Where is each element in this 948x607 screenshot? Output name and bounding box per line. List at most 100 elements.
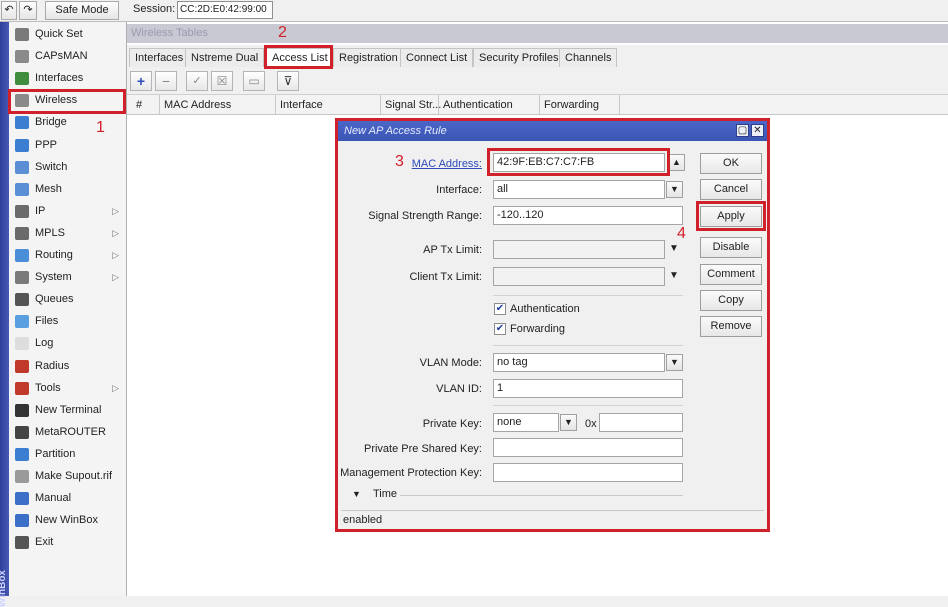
chevron-down-icon[interactable]: ▼ [666,181,683,198]
maximize-icon[interactable]: ▢ [736,124,749,137]
partition-icon [15,447,29,461]
copy-button[interactable]: Copy [700,290,762,311]
tab-connect-list[interactable]: Connect List [400,48,474,67]
undo-icon[interactable]: ↶ [1,1,17,20]
signal-strength-field[interactable]: -120..120 [493,206,683,225]
time-section-label[interactable]: Time [373,488,397,500]
sidebar-item-bridge[interactable]: Bridge [11,112,125,133]
highlight-mac [487,148,670,176]
chevron-up-icon[interactable]: ▲ [668,154,685,171]
sidebar-item-label: MPLS [35,226,65,239]
tab-channels[interactable]: Channels [559,48,618,67]
chevron-down-icon[interactable]: ▼ [666,354,683,371]
sidebar-item-metarouter[interactable]: MetaROUTER [11,422,125,443]
top-toolbar: ↶ ↷ Safe Mode Session: CC:2D:E0:42:99:00 [0,0,948,22]
column-header[interactable]: # [132,95,160,115]
sidebar-item-mesh[interactable]: Mesh [11,179,125,200]
submenu-arrow-icon: ▷ [112,250,119,260]
column-header[interactable]: Interface [276,95,381,115]
vlan-mode-select[interactable]: no tag [493,353,665,372]
sidebar-item-radius[interactable]: Radius [11,356,125,377]
sidebar-item-partition[interactable]: Partition [11,444,125,465]
sidebar-item-interfaces[interactable]: Interfaces [11,68,125,89]
sidebar-item-routing[interactable]: Routing ▷ [11,245,125,266]
private-key-select[interactable]: none [493,413,559,432]
sidebar-item-terminal[interactable]: New Terminal [11,400,125,421]
column-header[interactable]: Authentication [439,95,540,115]
private-key-hex-field[interactable] [599,413,683,432]
sidebar-item-switch[interactable]: Switch [11,157,125,178]
session-field[interactable]: CC:2D:E0:42:99:00 [177,1,273,19]
chevron-down-icon[interactable]: ▼ [669,270,679,281]
annotation-1: 1 [96,119,105,136]
disable-icon[interactable]: ☒ [211,71,233,91]
collapse-arrow-icon[interactable]: ▼ [352,489,361,499]
comment-button[interactable]: Comment [700,264,762,285]
authentication-checkbox[interactable]: ✔ [494,303,506,315]
enable-icon[interactable]: ✓ [186,71,208,91]
tab-registration[interactable]: Registration [333,48,404,67]
divider [493,345,683,346]
sidebar-item-label: Bridge [35,116,67,129]
sidebar-item-tools[interactable]: Tools ▷ [11,378,125,399]
winbox-icon [15,514,29,528]
sidebar-item-label: Switch [35,160,68,173]
sidebar-item-label: Interfaces [35,72,84,85]
sidebar-item-capsman[interactable]: CAPsMAN [11,46,125,67]
forwarding-checkbox[interactable]: ✔ [494,323,506,335]
annotation-4: 4 [677,225,686,242]
remove-button[interactable]: Remove [700,316,762,337]
vlan-mode-label: VLAN Mode: [419,357,482,369]
sidebar-item-exit[interactable]: Exit [11,532,125,553]
capsman-icon [15,50,29,64]
private-psk-field[interactable] [493,438,683,457]
sidebar-item-label: Make Supout.rif [35,470,113,482]
sidebar-item-ppp[interactable]: PPP [11,135,125,156]
add-icon[interactable]: + [130,71,152,91]
vlan-id-label: VLAN ID: [436,383,482,395]
cancel-button[interactable]: Cancel [700,179,762,200]
files-icon [15,315,29,329]
ok-button[interactable]: OK [700,153,762,174]
ap-tx-limit-field[interactable] [493,240,665,259]
bridge-icon [15,116,29,130]
sidebar-item-manual[interactable]: Manual [11,488,125,509]
highlight-apply [696,201,766,231]
sidebar-item-quickset[interactable]: Quick Set [11,24,125,45]
close-icon[interactable]: ✕ [751,124,764,137]
chevron-down-icon[interactable]: ▼ [560,414,577,431]
sidebar-item-label: Partition [35,447,76,460]
disable-button[interactable]: Disable [700,237,762,258]
sidebar-item-queues[interactable]: Queues [11,289,125,310]
column-header[interactable]: Signal Str... [381,95,441,115]
tab-interfaces[interactable]: Interfaces [129,48,190,67]
sidebar-item-label: New WinBox [35,514,98,527]
sidebar-item-ip[interactable]: IP ▷ [11,201,125,222]
remove-icon[interactable]: − [155,71,177,91]
tab-security-profiles[interactable]: Security Profiles [473,48,565,67]
highlight-wireless [8,89,126,114]
sidebar-item-log[interactable]: Log [11,333,125,354]
tab-nstreme-dual[interactable]: Nstreme Dual [185,48,265,67]
sidebar-item-label: New Terminal [35,403,102,416]
table-header: # MAC Address Interface Signal Str... Authen… [127,95,948,115]
sidebar-item-label: Quick Set [35,28,83,40]
sidebar-item-label: Exit [35,536,54,549]
comment-icon[interactable]: ▭ [243,71,265,91]
column-header[interactable]: MAC Address [160,95,276,115]
sidebar-item-files[interactable]: Files [11,311,125,332]
sidebar-item-mpls[interactable]: MPLS ▷ [11,223,125,244]
sidebar-item-winbox[interactable]: New WinBox [11,510,125,531]
sidebar-item-label: Log [35,337,54,350]
redo-icon[interactable]: ↷ [19,1,37,20]
column-header[interactable]: Forwarding [540,95,620,115]
chevron-down-icon[interactable]: ▼ [669,243,679,254]
sidebar-item-system[interactable]: System ▷ [11,267,125,288]
client-tx-limit-field[interactable] [493,267,665,286]
safe-mode-button[interactable]: Safe Mode [45,1,119,20]
management-key-field[interactable] [493,463,683,482]
interface-select[interactable]: all [493,180,665,199]
vlan-id-field[interactable]: 1 [493,379,683,398]
sidebar-item-supout[interactable]: Make Supout.rif [11,466,125,487]
filter-icon[interactable]: ⊽ [277,71,299,91]
